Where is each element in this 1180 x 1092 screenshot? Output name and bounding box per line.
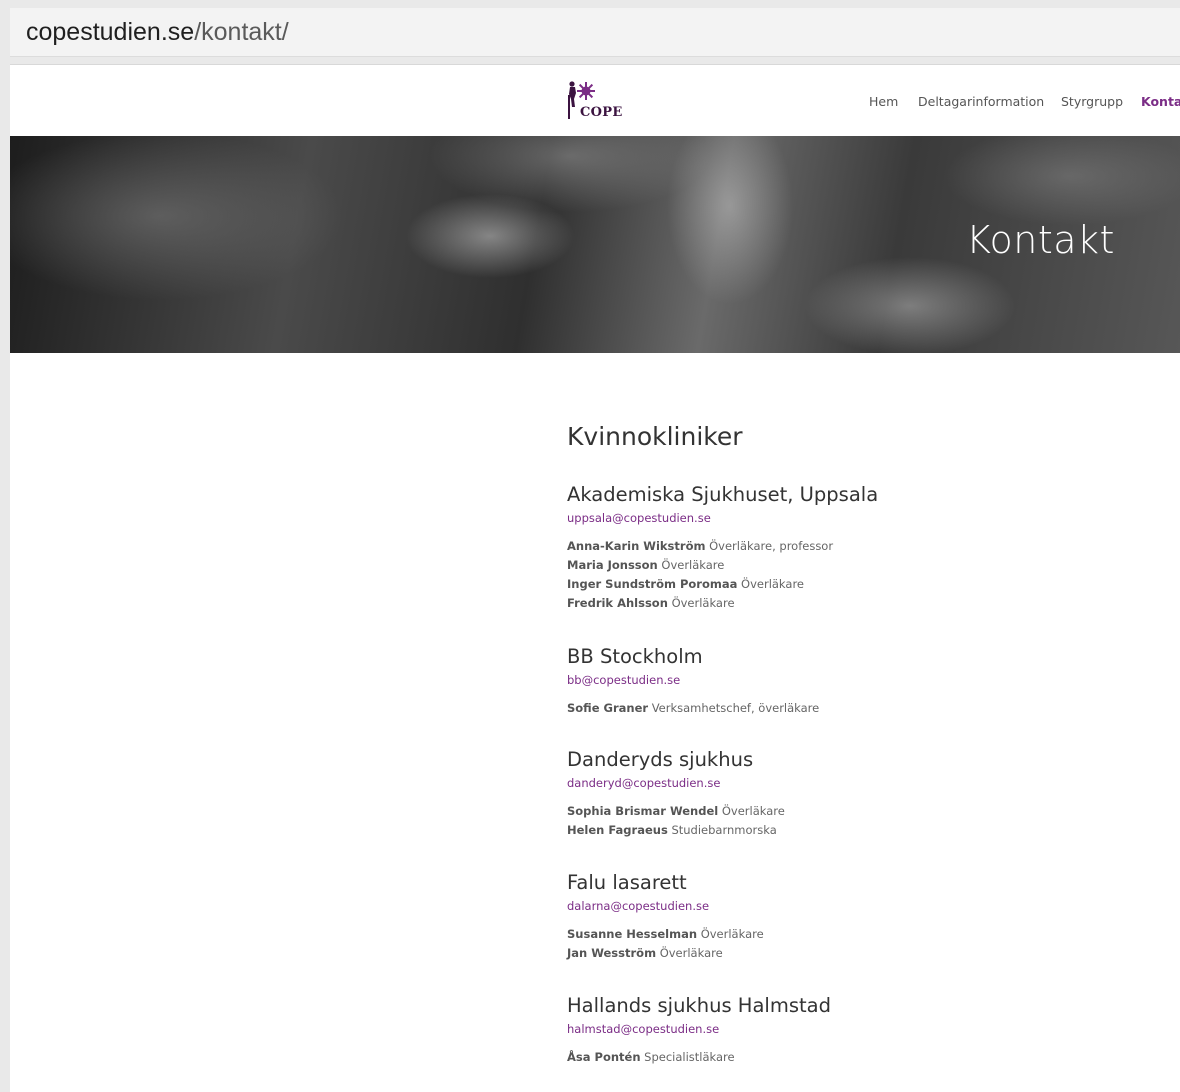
staff-role: Överläkare bbox=[659, 946, 723, 960]
clinic-name: Danderyds sjukhus bbox=[567, 748, 754, 771]
hero-banner: Kontakt bbox=[10, 136, 1180, 353]
staff-row: Åsa Pontén Specialistläkare bbox=[567, 1048, 831, 1067]
clinic-email-link[interactable]: danderyd@copestudien.se bbox=[567, 776, 785, 790]
staff-row: Fredrik Ahlsson Överläkare bbox=[567, 594, 878, 613]
section-title: Kvinnokliniker bbox=[567, 422, 743, 451]
staff-name: Åsa Pontén bbox=[567, 1050, 641, 1064]
clinic-bb-stockholm: BB Stockholm bb@copestudien.se Sofie Gra… bbox=[567, 645, 819, 718]
staff-list: Anna-Karin Wikström Överläkare, professo… bbox=[567, 537, 878, 613]
staff-name: Helen Fagraeus bbox=[567, 823, 668, 837]
staff-name: Sofie Graner bbox=[567, 701, 649, 715]
nav-item-kontakt[interactable]: Kontakt bbox=[1141, 94, 1180, 109]
clinic-email-link[interactable]: uppsala@copestudien.se bbox=[567, 511, 878, 525]
staff-row: Sophia Brismar Wendel Överläkare bbox=[567, 802, 785, 821]
web-page: COPE Hem Deltagarinformation Styrgrupp K… bbox=[10, 64, 1180, 1092]
staff-role: Överläkare bbox=[721, 804, 785, 818]
nav-item-hem[interactable]: Hem bbox=[869, 94, 898, 109]
staff-role: Överläkare bbox=[700, 927, 764, 941]
staff-role: Överläkare bbox=[671, 596, 735, 610]
staff-list: Sophia Brismar Wendel Överläkare Helen F… bbox=[567, 802, 785, 840]
staff-role: Överläkare bbox=[661, 558, 725, 572]
staff-row: Helen Fagraeus Studiebarnmorska bbox=[567, 821, 785, 840]
url-host: copestudien.se bbox=[26, 18, 195, 46]
staff-row: Inger Sundström Poromaa Överläkare bbox=[567, 575, 878, 594]
clinic-name: Akademiska Sjukhuset, Uppsala bbox=[567, 483, 879, 506]
url-path: /kontakt/ bbox=[194, 18, 289, 46]
site-header: COPE Hem Deltagarinformation Styrgrupp K… bbox=[10, 65, 1180, 136]
staff-row: Anna-Karin Wikström Överläkare, professo… bbox=[567, 537, 878, 556]
staff-name: Jan Wesström bbox=[567, 946, 657, 960]
nav-item-styrgrupp[interactable]: Styrgrupp bbox=[1061, 94, 1123, 109]
staff-name: Inger Sundström Poromaa bbox=[567, 577, 738, 591]
staff-role: Verksamhetschef, överläkare bbox=[651, 701, 820, 715]
clinic-uppsala: Akademiska Sjukhuset, Uppsala uppsala@co… bbox=[567, 483, 878, 613]
clinic-falun: Falu lasarett dalarna@copestudien.se Sus… bbox=[567, 871, 764, 963]
staff-row: Susanne Hesselman Överläkare bbox=[567, 925, 764, 944]
staff-list: Susanne Hesselman Överläkare Jan Wesströ… bbox=[567, 925, 764, 963]
clinic-email-link[interactable]: halmstad@copestudien.se bbox=[567, 1022, 831, 1036]
staff-list: Sofie Graner Verksamhetschef, överläkare bbox=[567, 699, 819, 718]
nav-item-deltagarinformation[interactable]: Deltagarinformation bbox=[918, 94, 1044, 109]
staff-name: Susanne Hesselman bbox=[567, 927, 698, 941]
url-text[interactable]: copestudien.se/kontakt/ bbox=[26, 18, 289, 46]
staff-role: Studiebarnmorska bbox=[671, 823, 777, 837]
clinic-email-link[interactable]: bb@copestudien.se bbox=[567, 673, 819, 687]
staff-role: Överläkare, professor bbox=[709, 539, 834, 553]
staff-name: Sophia Brismar Wendel bbox=[567, 804, 719, 818]
staff-name: Maria Jonsson bbox=[567, 558, 658, 572]
staff-role: Överläkare bbox=[741, 577, 804, 591]
staff-name: Fredrik Ahlsson bbox=[567, 596, 668, 610]
clinic-name: Hallands sjukhus Halmstad bbox=[567, 994, 831, 1017]
clinic-name: Falu lasarett bbox=[567, 871, 687, 894]
staff-list: Åsa Pontén Specialistläkare bbox=[567, 1048, 831, 1067]
clinic-name: BB Stockholm bbox=[567, 645, 703, 668]
staff-row: Sofie Graner Verksamhetschef, överläkare bbox=[567, 699, 819, 718]
hero-title: Kontakt bbox=[966, 218, 1115, 262]
cope-logo[interactable]: COPE bbox=[566, 79, 636, 123]
browser-address-bar[interactable]: copestudien.se/kontakt/ bbox=[10, 8, 1180, 57]
clinic-danderyd: Danderyds sjukhus danderyd@copestudien.s… bbox=[567, 748, 785, 840]
clinic-halmstad: Hallands sjukhus Halmstad halmstad@copes… bbox=[567, 994, 831, 1067]
staff-name: Anna-Karin Wikström bbox=[567, 539, 706, 553]
staff-row: Jan Wesström Överläkare bbox=[567, 944, 764, 963]
staff-row: Maria Jonsson Överläkare bbox=[567, 556, 878, 575]
clinic-email-link[interactable]: dalarna@copestudien.se bbox=[567, 899, 764, 913]
staff-role: Specialistläkare bbox=[644, 1050, 735, 1064]
logo-text: COPE bbox=[580, 105, 623, 120]
